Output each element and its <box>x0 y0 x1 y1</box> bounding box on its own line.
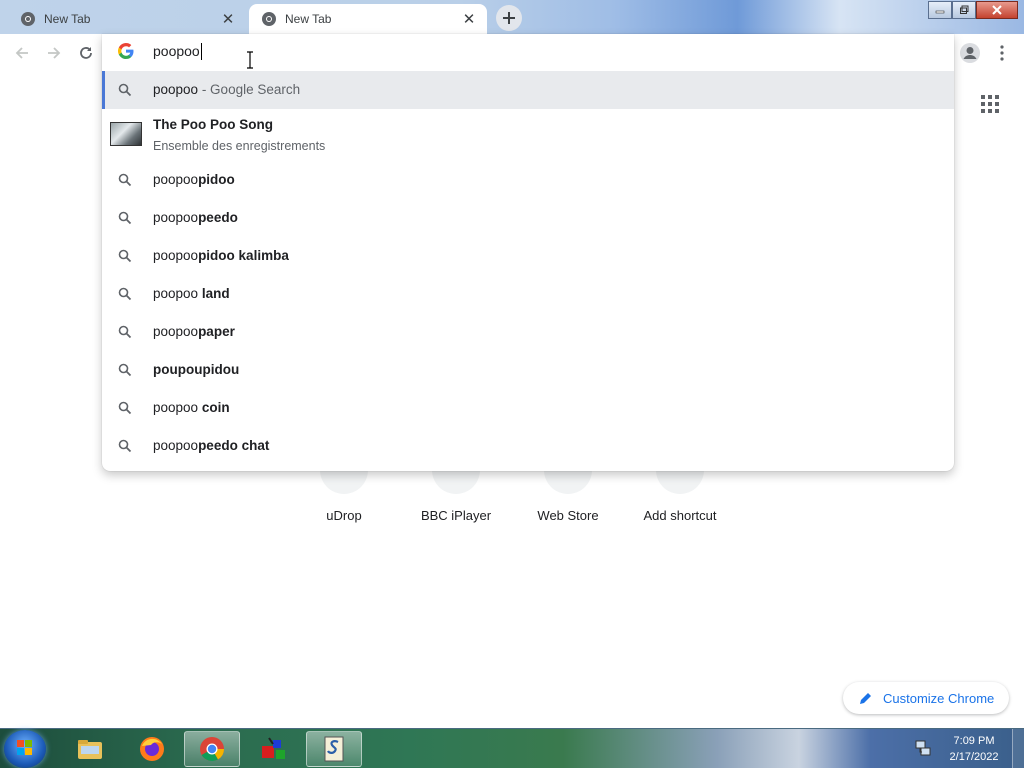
video-thumbnail <box>110 122 142 146</box>
pencil-icon <box>860 693 871 704</box>
tab-title: New Tab <box>285 12 332 26</box>
taskbar-scripts-app[interactable] <box>306 731 362 767</box>
address-bar[interactable]: poopoo <box>102 34 954 70</box>
suggestion-completion: pidoo kalimba <box>198 248 289 263</box>
tab-close-icon[interactable]: ✕ <box>459 9 479 29</box>
suggestion-item[interactable]: poopoopeedo <box>102 199 954 237</box>
search-icon <box>118 325 132 339</box>
entity-title: The Poo Poo Song <box>153 117 273 132</box>
chrome-favicon-icon <box>21 12 35 26</box>
back-button[interactable] <box>9 40 35 66</box>
arrow-left-icon <box>15 47 28 59</box>
taskbar-chrome[interactable] <box>184 731 240 767</box>
show-desktop-button[interactable] <box>1012 729 1024 768</box>
search-icon <box>118 439 132 453</box>
suggestion-suffix: - Google Search <box>198 82 301 97</box>
restore-icon <box>960 5 969 14</box>
suggestion-typed: poopoo <box>153 324 199 339</box>
omnibox-dropdown: poopoo poopoo - Google Search The Poo Po… <box>102 34 954 471</box>
address-input[interactable]: poopoo <box>153 43 202 60</box>
suggestion-completion: land <box>201 286 230 301</box>
system-clock[interactable]: 7:09 PM 2/17/2022 <box>942 733 1006 765</box>
text-cursor-icon <box>247 51 253 69</box>
suggestion-typed: poopoo <box>153 248 199 263</box>
clock-time: 7:09 PM <box>953 735 995 747</box>
suggestion-list: poopoo - Google Search The Poo Poo Song … <box>102 71 954 465</box>
suggestion-item[interactable]: poopoo land <box>102 275 954 313</box>
suggestion-typed: poopoo <box>153 438 199 453</box>
suggestion-typed: poopoo <box>153 400 202 415</box>
search-icon <box>118 363 132 377</box>
windows-taskbar: 7:09 PM 2/17/2022 <box>0 728 1024 768</box>
google-g-icon <box>118 43 134 59</box>
suggestion-typed: poopoo <box>153 210 199 225</box>
entity-subtitle: Ensemble des enregistrements <box>153 139 326 153</box>
shortcut-label: BBC iPlayer <box>420 508 492 523</box>
chrome-icon <box>200 737 224 762</box>
tab-close-icon[interactable]: ✕ <box>218 9 238 29</box>
clock-date: 2/17/2022 <box>949 751 999 763</box>
taskbar-firefox[interactable] <box>124 731 180 767</box>
window-controls <box>928 1 1018 19</box>
arrow-right-icon <box>48 47 61 59</box>
maximize-button[interactable] <box>952 1 976 19</box>
suggestion-typed: poopoo <box>153 286 202 301</box>
network-icon[interactable] <box>914 739 932 757</box>
paint-app-icon <box>262 737 285 759</box>
profile-button[interactable] <box>956 39 984 67</box>
search-icon <box>118 83 132 97</box>
shortcut-label: Add shortcut <box>643 508 717 523</box>
suggestion-item[interactable]: poupoupidou <box>102 351 954 389</box>
shortcut-label: Web Store <box>537 508 599 523</box>
kebab-menu-icon <box>1000 45 1004 61</box>
reload-button[interactable] <box>73 40 99 66</box>
suggestion-typed: poopoo <box>153 172 199 187</box>
suggestion-typed: poopoo <box>153 82 199 97</box>
search-icon <box>118 249 132 263</box>
new-tab-button[interactable] <box>496 5 522 31</box>
search-icon <box>118 401 132 415</box>
search-icon <box>118 173 132 187</box>
suggestion-item[interactable]: poopoo coin <box>102 389 954 427</box>
search-icon <box>118 211 132 225</box>
plus-icon <box>503 12 515 24</box>
tab-title: New Tab <box>44 12 91 26</box>
suggestion-item[interactable]: poopoopeedo chat <box>102 427 954 465</box>
shortcut-label: uDrop <box>326 508 362 523</box>
taskbar-paint-app[interactable] <box>246 731 302 767</box>
suggestion-completion: poupoupidou <box>153 362 240 377</box>
suggestion-completion: pidoo <box>198 172 235 187</box>
suggestion-entity[interactable]: The Poo Poo Song Ensemble des enregistre… <box>102 109 954 161</box>
menu-button[interactable] <box>990 39 1014 67</box>
script-document-icon <box>324 736 344 762</box>
close-window-button[interactable] <box>976 1 1018 19</box>
suggestion-item[interactable]: poopoopidoo kalimba <box>102 237 954 275</box>
suggestion-completion: peedo <box>198 210 238 225</box>
close-icon <box>992 5 1002 15</box>
tab-new-tab-1[interactable]: New Tab ✕ <box>8 4 246 34</box>
chrome-favicon-icon <box>262 12 276 26</box>
search-icon <box>118 287 132 301</box>
customize-label: Customize Chrome <box>883 690 995 706</box>
minimize-button[interactable] <box>928 1 952 19</box>
avatar-icon <box>960 43 980 63</box>
tab-strip: New Tab ✕ New Tab ✕ <box>0 0 1024 34</box>
suggestion-completion: coin <box>201 400 230 415</box>
suggestion-google-search[interactable]: poopoo - Google Search <box>102 71 954 109</box>
suggestion-item[interactable]: poopoopaper <box>102 313 954 351</box>
suggestion-item[interactable]: poopoopidoo <box>102 161 954 199</box>
windows-logo-icon <box>17 740 32 755</box>
tab-new-tab-2[interactable]: New Tab ✕ <box>249 4 487 34</box>
taskbar-windows-explorer[interactable] <box>62 731 118 767</box>
customize-chrome-button[interactable]: Customize Chrome <box>843 682 1009 714</box>
suggestion-completion: paper <box>198 324 235 339</box>
start-button[interactable] <box>4 730 46 768</box>
minimize-icon <box>935 10 945 14</box>
apps-grid-icon[interactable] <box>979 93 1001 115</box>
folder-icon <box>78 740 102 759</box>
firefox-icon <box>140 737 164 761</box>
reload-icon <box>80 47 92 59</box>
suggestion-completion: peedo chat <box>198 438 270 453</box>
forward-button[interactable] <box>41 40 67 66</box>
